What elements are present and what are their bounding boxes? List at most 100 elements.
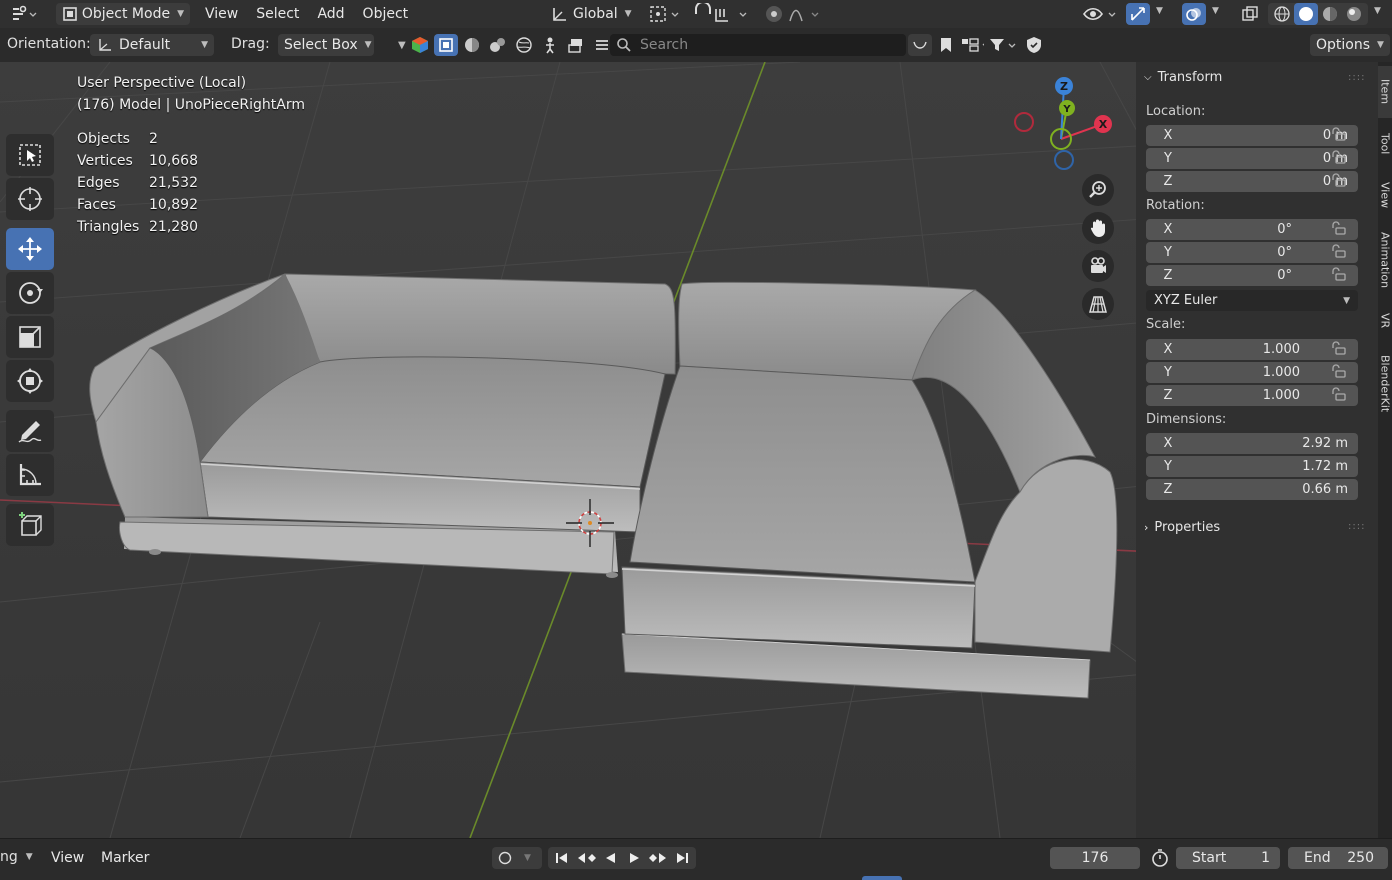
menu-add[interactable]: Add — [308, 1, 353, 27]
start-frame-field[interactable]: Start 1 — [1176, 847, 1280, 869]
color-cube-button[interactable] — [408, 34, 432, 56]
camera-view-button[interactable] — [1082, 250, 1114, 282]
perspective-toggle-button[interactable] — [1082, 288, 1114, 320]
end-frame-field[interactable]: End 250 — [1288, 847, 1388, 869]
drag-dropdown[interactable]: Select Box ▼ — [278, 34, 374, 56]
shading-solid-button[interactable] — [1294, 3, 1318, 25]
lock-icon[interactable] — [1330, 150, 1346, 164]
location-x-field[interactable]: X0 m — [1146, 125, 1358, 146]
tab-vr[interactable]: VR — [1378, 300, 1392, 342]
snap-toggle[interactable] — [692, 3, 754, 25]
tool-add-cube[interactable] — [6, 504, 54, 546]
transform-orientation-dropdown[interactable]: Global ▼ — [544, 3, 638, 25]
timeline-menu-marker[interactable]: Marker — [92, 845, 158, 871]
options-dropdown[interactable]: Options ▼ — [1310, 34, 1390, 56]
overlays-toggle[interactable] — [1182, 3, 1206, 25]
menu-view[interactable]: View — [196, 1, 247, 27]
playhead-indicator[interactable] — [862, 876, 902, 880]
tool-annotate[interactable] — [6, 410, 54, 452]
play-button[interactable] — [622, 847, 646, 869]
tab-tool[interactable]: Tool — [1378, 120, 1392, 168]
preview-range-toggle[interactable] — [1150, 848, 1170, 868]
current-frame-field[interactable]: 176 — [1050, 847, 1140, 869]
filter-mesh-button[interactable] — [433, 34, 458, 56]
tab-animation[interactable]: Animation — [1378, 222, 1392, 298]
play-reverse-button[interactable] — [598, 847, 622, 869]
zoom-button[interactable] — [1082, 174, 1114, 206]
lock-icon[interactable] — [1330, 127, 1346, 141]
gizmo-dropdown[interactable]: ▼ — [1154, 6, 1163, 16]
location-y-field[interactable]: Y0 m — [1146, 148, 1358, 169]
shading-rendered-button[interactable] — [1342, 3, 1366, 25]
editor-type-button[interactable] — [8, 3, 38, 25]
tab-view[interactable]: View — [1378, 170, 1392, 220]
tab-blenderkit[interactable]: BlenderKit — [1378, 344, 1392, 424]
lock-icon[interactable] — [1330, 244, 1346, 258]
tool-transform[interactable] — [6, 360, 54, 402]
hierarchy-button[interactable] — [960, 34, 984, 56]
filter-sphere-button[interactable] — [460, 34, 484, 56]
shading-dropdown[interactable]: ▼ — [1372, 6, 1381, 16]
filter-world-button[interactable] — [512, 34, 536, 56]
transform-panel-header[interactable]: ⌵ Transform — [1144, 70, 1222, 85]
scale-x-field[interactable]: X 1.000 — [1146, 339, 1358, 360]
drag-handle-icon[interactable]: :::: — [1348, 72, 1365, 83]
drag-handle-icon[interactable]: :::: — [1348, 521, 1365, 532]
dimensions-z-field[interactable]: Z 0.66 m — [1146, 479, 1358, 500]
timeline-menu-view[interactable]: View — [42, 845, 93, 871]
prev-keyframe-button[interactable] — [574, 847, 598, 869]
rotation-x-field[interactable]: X 0° — [1146, 219, 1358, 240]
lock-icon[interactable] — [1330, 387, 1346, 401]
lock-icon[interactable] — [1330, 173, 1346, 187]
filter-spheres-button[interactable] — [486, 34, 510, 56]
mode-dropdown[interactable]: Object Mode ▼ — [56, 3, 190, 25]
tool-measure[interactable] — [6, 454, 54, 496]
rotation-y-field[interactable]: Y 0° — [1146, 242, 1358, 263]
proportional-edit-toggle[interactable] — [762, 3, 824, 25]
pan-button[interactable] — [1082, 212, 1114, 244]
tab-item[interactable]: Item — [1378, 66, 1392, 118]
properties-panel-header[interactable]: › Properties — [1144, 520, 1220, 535]
xray-toggle[interactable] — [1238, 3, 1262, 25]
shading-wireframe-button[interactable] — [1270, 3, 1294, 25]
menu-select[interactable]: Select — [247, 1, 308, 27]
lock-icon[interactable] — [1330, 364, 1346, 378]
lock-icon[interactable] — [1330, 341, 1346, 355]
visibility-dropdown[interactable] — [1082, 3, 1118, 25]
keying-toggle[interactable]: ▼ — [492, 847, 542, 869]
scale-z-field[interactable]: Z 1.000 — [1146, 385, 1358, 406]
dimensions-x-field[interactable]: X 2.92 m — [1146, 433, 1358, 454]
filter-dropdown[interactable] — [986, 34, 1020, 56]
bookmark-button[interactable] — [934, 34, 958, 56]
scale-y-field[interactable]: Y 1.000 — [1146, 362, 1358, 383]
rotation-z-field[interactable]: Z 0° — [1146, 265, 1358, 286]
editor-menu-dropdown[interactable]: ng ▼ — [0, 849, 33, 865]
dimensions-y-field[interactable]: Y 1.72 m — [1146, 456, 1358, 477]
rotation-mode-dropdown[interactable]: XYZ Euler ▼ — [1146, 290, 1358, 311]
search-field[interactable]: Search — [610, 34, 906, 56]
filter-stack-button[interactable] — [564, 34, 588, 56]
navigation-gizmo[interactable]: X Y Z — [1008, 72, 1118, 172]
chevron-down-icon[interactable]: ▼ — [398, 40, 406, 51]
orientation-dropdown[interactable]: Default ▼ — [90, 34, 214, 56]
tool-rotate[interactable] — [6, 272, 54, 314]
overlays-dropdown[interactable]: ▼ — [1210, 6, 1219, 16]
next-keyframe-button[interactable] — [646, 847, 670, 869]
tool-select-box[interactable] — [6, 134, 54, 176]
pivot-point-dropdown[interactable] — [648, 3, 684, 25]
lock-icon[interactable] — [1330, 267, 1346, 281]
tool-move[interactable] — [6, 228, 54, 270]
lock-icon[interactable] — [1330, 221, 1346, 235]
jump-end-button[interactable] — [670, 847, 694, 869]
gizmo-toggle[interactable] — [1126, 3, 1150, 25]
menu-object[interactable]: Object — [354, 1, 418, 27]
shield-button[interactable] — [1022, 34, 1046, 56]
jump-start-button[interactable] — [550, 847, 574, 869]
filter-figure-button[interactable] — [538, 34, 562, 56]
hierarchy-icon — [962, 38, 984, 52]
shading-material-button[interactable] — [1318, 3, 1342, 25]
tool-scale[interactable] — [6, 316, 54, 358]
restrict-toggle[interactable] — [908, 34, 932, 56]
tool-cursor[interactable] — [6, 178, 54, 220]
location-z-field[interactable]: Z0 m — [1146, 171, 1358, 192]
